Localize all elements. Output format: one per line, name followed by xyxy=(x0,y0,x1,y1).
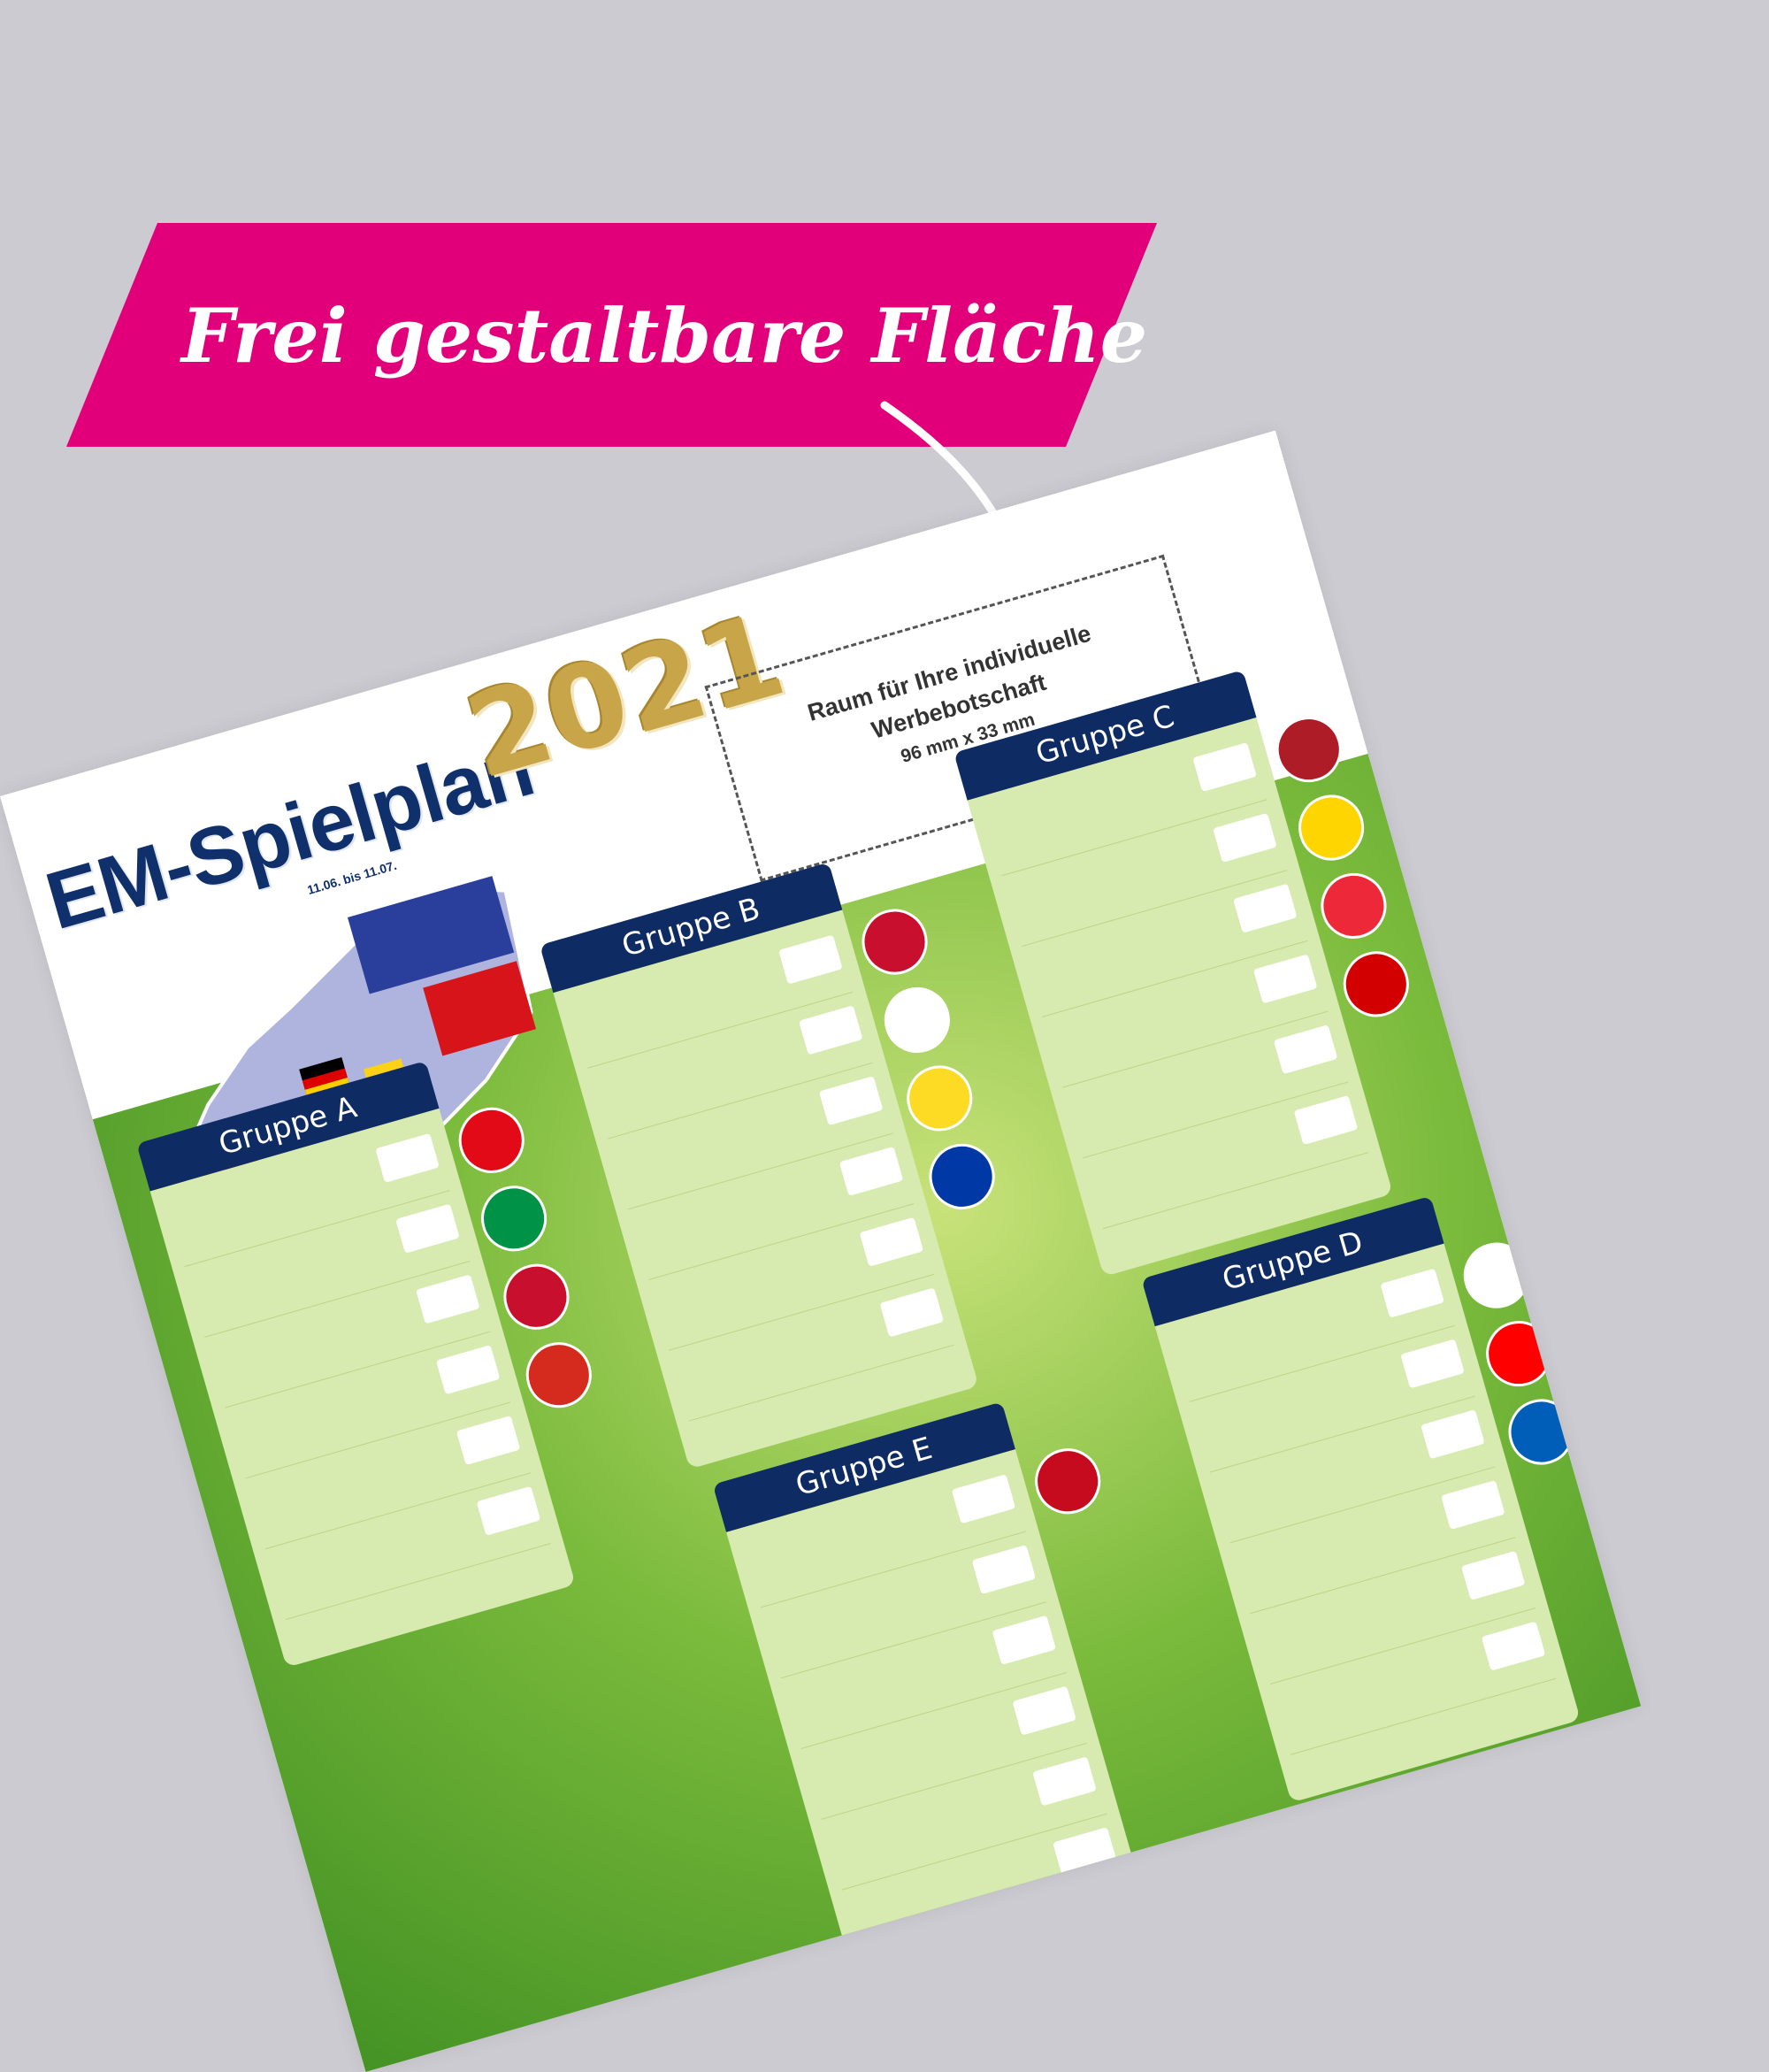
score-field[interactable] xyxy=(1032,1756,1097,1807)
score-field[interactable] xyxy=(951,1474,1016,1524)
score-field[interactable] xyxy=(778,934,843,985)
score-field[interactable] xyxy=(1481,1621,1546,1671)
score-field[interactable] xyxy=(1192,742,1257,793)
score-field[interactable] xyxy=(1380,1268,1444,1318)
score-field[interactable] xyxy=(476,1485,541,1536)
score-field[interactable] xyxy=(1053,1827,1117,1877)
score-field[interactable] xyxy=(879,1287,945,1338)
score-field[interactable] xyxy=(1400,1339,1465,1389)
score-field[interactable] xyxy=(1293,1094,1359,1146)
score-field[interactable] xyxy=(375,1132,440,1183)
score-field[interactable] xyxy=(1012,1685,1076,1736)
score-field[interactable] xyxy=(456,1415,521,1466)
score-field[interactable] xyxy=(859,1216,924,1267)
score-field[interactable] xyxy=(1252,954,1318,1004)
score-field[interactable] xyxy=(435,1345,501,1395)
score-field[interactable] xyxy=(1273,1024,1338,1075)
score-field[interactable] xyxy=(1213,812,1277,863)
score-field[interactable] xyxy=(1441,1479,1505,1531)
score-field[interactable] xyxy=(992,1615,1057,1665)
score-field[interactable] xyxy=(395,1203,460,1254)
score-field[interactable] xyxy=(416,1274,480,1324)
score-field[interactable] xyxy=(818,1076,884,1126)
score-field[interactable] xyxy=(1421,1409,1485,1460)
score-field[interactable] xyxy=(798,1005,863,1055)
score-field[interactable] xyxy=(1233,883,1298,933)
score-field[interactable] xyxy=(971,1544,1037,1595)
score-field[interactable] xyxy=(1460,1550,1526,1600)
score-field[interactable] xyxy=(839,1146,904,1196)
